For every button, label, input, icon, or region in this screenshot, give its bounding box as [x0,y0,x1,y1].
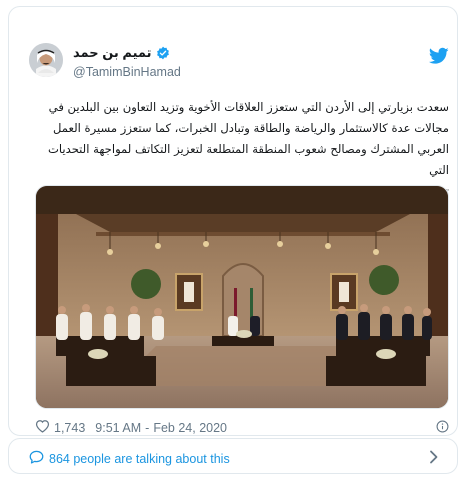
tweet-text-line: العربي المشترك ومصالح شعوب المنطقة المتط… [47,142,449,177]
verified-badge-icon [156,46,170,60]
chevron-right-icon[interactable] [429,450,439,464]
tweet-meta: 1,743 9:51 AM - Feb 24, 2020 [35,419,227,436]
conversation-card[interactable]: 864 people are talking about this [8,438,458,474]
tweet-text-line: سعدت بزيارتي إلى الأردن التي ستعزز العلا… [48,100,449,114]
speech-bubble-icon [29,450,44,467]
conversation-link[interactable]: 864 people are talking about this [29,450,230,467]
author-name-row[interactable]: تميم بن حمد [73,45,170,61]
meta-separator: - [145,420,150,435]
tweet-date[interactable]: Feb 24, 2020 [153,421,227,435]
tweet-time[interactable]: 9:51 AM [95,421,141,435]
like-count[interactable]: 1,743 [54,421,85,435]
display-name[interactable]: تميم بن حمد [73,45,152,61]
tweet-card[interactable]: تميم بن حمد @TamimBinHamad سعدت بزيارتي … [8,6,458,436]
heart-icon[interactable] [35,419,50,436]
tweet-text-line: مجالات عدة كالاستثمار والرياضة والطاقة و… [53,121,449,135]
tweet-photo[interactable] [35,185,449,409]
handle[interactable]: @TamimBinHamad [73,65,181,79]
info-icon[interactable] [436,420,449,438]
conversation-label[interactable]: 864 people are talking about this [49,452,230,466]
avatar[interactable] [29,43,63,77]
twitter-bird-icon[interactable] [428,47,449,65]
